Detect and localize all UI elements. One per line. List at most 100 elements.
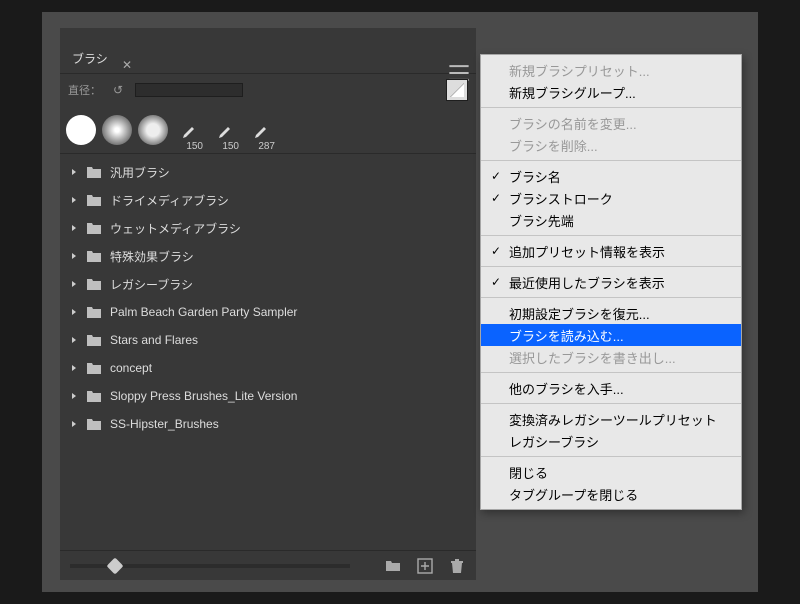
size-label: 直径： bbox=[68, 82, 101, 98]
brush-size-row: 直径： ↺ bbox=[60, 74, 476, 106]
menu-item-label: ブラシ先端 bbox=[509, 211, 574, 230]
menu-item-label: ブラシを読み込む... bbox=[509, 326, 624, 345]
folder-icon bbox=[86, 277, 102, 291]
menu-item-label: ブラシストローク bbox=[509, 189, 613, 208]
recent-brush-thumb[interactable] bbox=[136, 109, 170, 151]
menu-separator bbox=[481, 160, 741, 161]
recent-brush-thumb[interactable]: 150 bbox=[172, 109, 206, 151]
menu-item[interactable]: 最近使用したブラシを表示 bbox=[481, 271, 741, 293]
recent-brush-thumb[interactable]: 150 bbox=[208, 109, 242, 151]
menu-item[interactable]: 初期設定ブラシを復元... bbox=[481, 302, 741, 324]
menu-item-label: 追加プリセット情報を表示 bbox=[509, 242, 665, 261]
brush-folder-row[interactable]: レガシーブラシ bbox=[60, 270, 476, 298]
menu-item-label: ブラシの名前を変更... bbox=[509, 114, 637, 133]
recent-brush-thumb[interactable] bbox=[100, 109, 134, 151]
folder-label: ウェットメディアブラシ bbox=[110, 220, 241, 237]
brush-folder-list: 汎用ブラシドライメディアブラシウェットメディアブラシ特殊効果ブラシレガシーブラシ… bbox=[60, 154, 476, 550]
folder-label: Stars and Flares bbox=[110, 333, 198, 347]
chevron-right-icon bbox=[70, 420, 78, 428]
panel-context-menu: 新規ブラシプリセット... 新規ブラシグループ... ブラシの名前を変更... ブラシ… bbox=[480, 54, 742, 510]
menu-separator bbox=[481, 235, 741, 236]
folder-icon bbox=[86, 333, 102, 347]
size-slider[interactable] bbox=[135, 83, 243, 97]
brush-folder-row[interactable]: 特殊効果ブラシ bbox=[60, 242, 476, 270]
menu-separator bbox=[481, 266, 741, 267]
folder-icon bbox=[86, 361, 102, 375]
chevron-right-icon bbox=[70, 196, 78, 204]
chevron-right-icon bbox=[70, 252, 78, 260]
menu-item-label: タブグループを閉じる bbox=[509, 485, 638, 504]
menu-item[interactable]: 新規ブラシグループ... bbox=[481, 81, 741, 103]
tab-label: ブラシ bbox=[72, 50, 108, 67]
chevron-right-icon bbox=[70, 168, 78, 176]
menu-item[interactable]: タブグループを閉じる bbox=[481, 483, 741, 505]
chevron-right-icon bbox=[70, 392, 78, 400]
menu-item[interactable]: 閉じる bbox=[481, 461, 741, 483]
folder-label: 汎用ブラシ bbox=[110, 164, 170, 181]
menu-item[interactable]: レガシーブラシ bbox=[481, 430, 741, 452]
pressure-toggle-icon[interactable] bbox=[446, 79, 468, 101]
recent-brush-thumb[interactable]: 287 bbox=[244, 109, 278, 151]
brushes-panel: ✕ ブラシ 直径： ↺ 150 150 287 汎用ブラシドライメディアブラシウェッ… bbox=[60, 28, 476, 580]
folder-icon bbox=[86, 305, 102, 319]
reset-icon[interactable]: ↺ bbox=[109, 83, 127, 97]
menu-item[interactable]: ブラシを読み込む... bbox=[481, 324, 741, 346]
chevron-right-icon bbox=[70, 280, 78, 288]
chevron-right-icon bbox=[70, 364, 78, 372]
brush-folder-row[interactable]: Stars and Flares bbox=[60, 326, 476, 354]
menu-separator bbox=[481, 372, 741, 373]
menu-item[interactable]: 変換済みレガシーツールプリセット bbox=[481, 408, 741, 430]
folder-icon bbox=[86, 389, 102, 403]
menu-item-label: 新規ブラシプリセット... bbox=[509, 61, 650, 80]
menu-item: 新規ブラシプリセット... bbox=[481, 59, 741, 81]
thumbnail-zoom-slider[interactable] bbox=[70, 564, 350, 568]
menu-item-label: 変換済みレガシーツールプリセット bbox=[509, 410, 717, 429]
brush-folder-row[interactable]: Palm Beach Garden Party Sampler bbox=[60, 298, 476, 326]
menu-separator bbox=[481, 297, 741, 298]
panel-bottom-bar bbox=[60, 550, 476, 580]
brush-folder-row[interactable]: Sloppy Press Brushes_Lite Version bbox=[60, 382, 476, 410]
recent-brushes-row: 150 150 287 bbox=[60, 106, 476, 154]
folder-icon bbox=[86, 249, 102, 263]
menu-item-label: レガシーブラシ bbox=[509, 432, 599, 451]
tab-brushes[interactable]: ブラシ bbox=[60, 44, 120, 73]
menu-item[interactable]: 追加プリセット情報を表示 bbox=[481, 240, 741, 262]
brush-preview-icon bbox=[66, 115, 96, 145]
menu-item: ブラシを削除... bbox=[481, 134, 741, 156]
folder-label: SS-Hipster_Brushes bbox=[110, 417, 219, 431]
folder-label: レガシーブラシ bbox=[110, 276, 193, 293]
trash-icon[interactable] bbox=[448, 557, 466, 575]
folder-icon bbox=[86, 417, 102, 431]
brush-folder-row[interactable]: ウェットメディアブラシ bbox=[60, 214, 476, 242]
menu-item[interactable]: ブラシ名 bbox=[481, 165, 741, 187]
close-icon[interactable]: ✕ bbox=[122, 58, 132, 72]
menu-item[interactable]: ブラシストローク bbox=[481, 187, 741, 209]
menu-separator bbox=[481, 456, 741, 457]
slider-thumb-icon[interactable] bbox=[107, 557, 124, 574]
folder-label: Palm Beach Garden Party Sampler bbox=[110, 305, 297, 319]
brush-size-label: 150 bbox=[222, 141, 239, 152]
chevron-right-icon bbox=[70, 336, 78, 344]
new-item-icon[interactable] bbox=[416, 557, 434, 575]
folder-label: Sloppy Press Brushes_Lite Version bbox=[110, 389, 297, 403]
menu-item-label: ブラシを削除... bbox=[509, 136, 598, 155]
brush-size-label: 287 bbox=[258, 141, 275, 152]
brush-preview-icon bbox=[102, 115, 132, 145]
menu-separator bbox=[481, 107, 741, 108]
menu-item[interactable]: 他のブラシを入手... bbox=[481, 377, 741, 399]
menu-item-label: 閉じる bbox=[509, 463, 548, 482]
brush-folder-row[interactable]: concept bbox=[60, 354, 476, 382]
brush-size-label: 150 bbox=[186, 141, 203, 152]
menu-item-label: 初期設定ブラシを復元... bbox=[509, 304, 650, 323]
folder-label: concept bbox=[110, 361, 152, 375]
menu-item-label: 他のブラシを入手... bbox=[509, 379, 624, 398]
brush-folder-row[interactable]: SS-Hipster_Brushes bbox=[60, 410, 476, 438]
brush-folder-row[interactable]: ドライメディアブラシ bbox=[60, 186, 476, 214]
folder-open-icon[interactable] bbox=[384, 557, 402, 575]
menu-item-label: 新規ブラシグループ... bbox=[509, 83, 636, 102]
menu-item: 選択したブラシを書き出し... bbox=[481, 346, 741, 368]
brush-folder-row[interactable]: 汎用ブラシ bbox=[60, 158, 476, 186]
recent-brush-thumb[interactable] bbox=[64, 109, 98, 151]
brush-preview-icon bbox=[138, 115, 168, 145]
menu-item[interactable]: ブラシ先端 bbox=[481, 209, 741, 231]
